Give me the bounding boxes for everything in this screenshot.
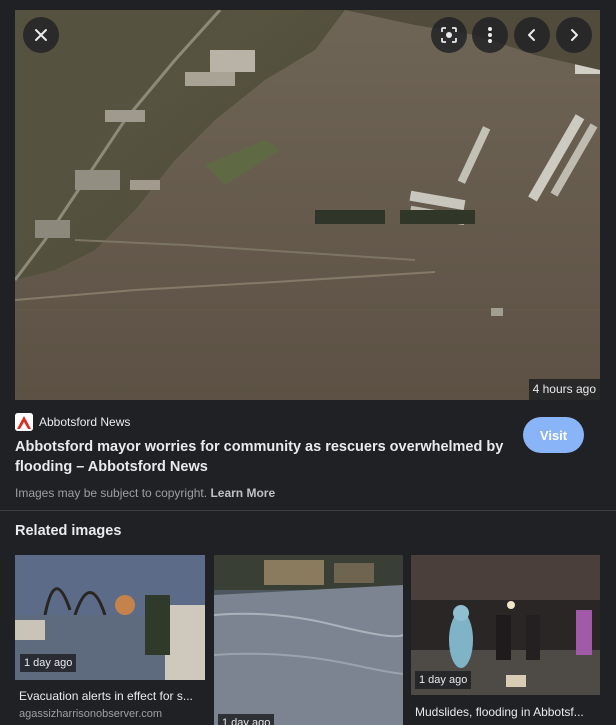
close-button[interactable]	[23, 17, 59, 53]
related-image-1-domain: agassizharrisonobserver.com	[19, 708, 163, 720]
source-row[interactable]: Abbotsford News	[15, 413, 130, 431]
copyright-text: Images may be subject to copyright.	[15, 486, 208, 500]
learn-more-link[interactable]: Learn More	[210, 486, 275, 500]
more-vertical-icon	[488, 27, 492, 43]
related-image-2-timestamp: 1 day ago	[218, 714, 275, 725]
close-icon	[35, 29, 47, 41]
aerial-flooded-farmland-image	[15, 10, 600, 400]
visit-button[interactable]: Visit	[523, 417, 584, 453]
next-image-button[interactable]	[556, 17, 592, 53]
main-image-timestamp: 4 hours ago	[528, 379, 600, 400]
related-images-heading: Related images	[15, 523, 122, 539]
more-options-button[interactable]	[472, 17, 508, 53]
related-image-1-caption[interactable]: Evacuation alerts in effect for s...	[19, 689, 205, 703]
related-image-3-caption[interactable]: Mudslides, flooding in Abbotsf...	[415, 705, 600, 719]
chevron-right-icon	[571, 29, 578, 41]
related-image-3[interactable]: 1 day ago	[411, 555, 600, 695]
related-image-1[interactable]: 1 day ago	[15, 555, 205, 680]
lens-search-icon	[441, 27, 457, 43]
image-viewer-panel: 4 hours ago Abbotsford News Visit Abbots…	[0, 0, 616, 725]
copyright-notice: Images may be subject to copyright. Lear…	[15, 486, 275, 500]
source-name: Abbotsford News	[39, 415, 131, 429]
chevron-left-icon	[528, 29, 535, 41]
lens-search-button[interactable]	[431, 17, 467, 53]
main-image[interactable]	[15, 10, 600, 400]
abbotsford-news-logo	[15, 413, 33, 431]
divider	[0, 510, 616, 511]
image-title-link[interactable]: Abbotsford mayor worries for community a…	[15, 437, 505, 477]
flooded-road-night-image	[214, 555, 403, 725]
related-image-3-timestamp: 1 day ago	[415, 671, 472, 689]
related-image-2[interactable]: 1 day ago	[214, 555, 403, 725]
previous-image-button[interactable]	[514, 17, 550, 53]
related-image-1-timestamp: 1 day ago	[20, 654, 77, 672]
